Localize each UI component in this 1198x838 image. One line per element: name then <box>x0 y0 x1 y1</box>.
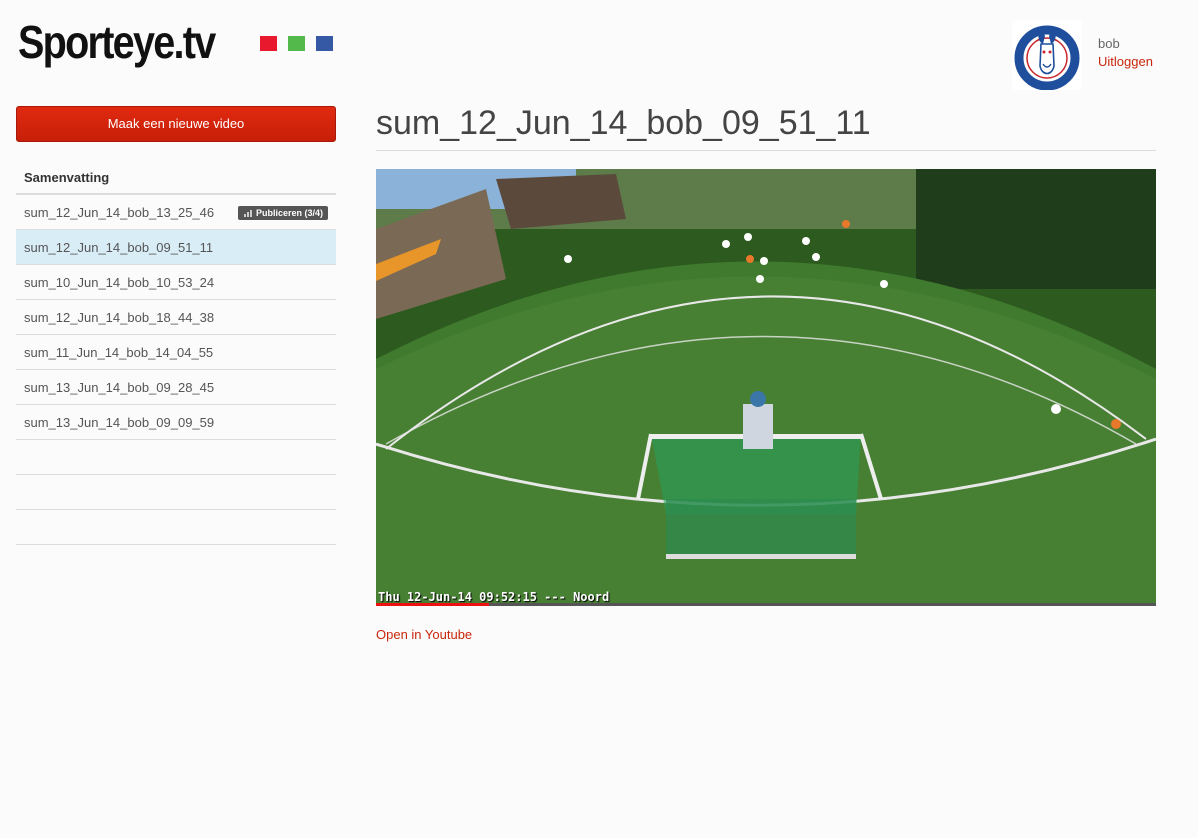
logo-square-blue <box>316 36 333 51</box>
list-item[interactable]: sum_11_Jun_14_bob_14_04_55 <box>16 335 336 370</box>
video-frame <box>376 169 1156 606</box>
list-item[interactable]: sum_13_Jun_14_bob_09_09_59 <box>16 405 336 440</box>
sporteye-logo[interactable]: Sporteye.tv <box>18 14 247 70</box>
list-item-label: sum_13_Jun_14_bob_09_09_59 <box>24 415 215 430</box>
empty-list-row <box>16 510 336 545</box>
page-title: sum_12_Jun_14_bob_09_51_11 <box>376 104 871 142</box>
video-player[interactable]: Thu 12-Jun-14 09:52:15 --- Noord <box>376 169 1156 606</box>
list-item[interactable]: sum_12_Jun_14_bob_09_51_11 <box>16 230 336 265</box>
logo-square-green <box>288 36 305 51</box>
logo-square-red <box>260 36 277 51</box>
badge-label: Publiceren (3/4) <box>255 208 323 218</box>
list-item[interactable]: sum_13_Jun_14_bob_09_28_45 <box>16 370 336 405</box>
list-item-label: sum_12_Jun_14_bob_18_44_38 <box>24 310 215 325</box>
video-timestamp-overlay: Thu 12-Jun-14 09:52:15 --- Noord <box>378 590 610 604</box>
user-name: bob <box>1098 36 1120 51</box>
video-list: Samenvatting sum_12_Jun_14_bob_13_25_46 … <box>16 160 336 545</box>
title-divider <box>376 150 1156 151</box>
list-item-label: sum_13_Jun_14_bob_09_28_45 <box>24 380 215 395</box>
club-logo <box>1012 20 1082 91</box>
list-header: Samenvatting <box>16 160 336 195</box>
logo-text: Sporteye.tv <box>18 16 216 68</box>
empty-list-row <box>16 475 336 510</box>
logout-link[interactable]: Uitloggen <box>1098 54 1153 69</box>
list-item-label: sum_12_Jun_14_bob_13_25_46 <box>24 205 215 220</box>
list-item-label: sum_11_Jun_14_bob_14_04_55 <box>24 345 214 360</box>
progress-bars-icon <box>243 209 252 217</box>
list-item[interactable]: sum_12_Jun_14_bob_18_44_38 <box>16 300 336 335</box>
open-in-youtube-link[interactable]: Open in Youtube <box>376 627 472 642</box>
empty-list-row <box>16 440 336 475</box>
club-goat-icon <box>1014 25 1080 91</box>
list-item-label: sum_12_Jun_14_bob_09_51_11 <box>24 240 214 255</box>
publish-status-badge: Publiceren (3/4) <box>237 206 328 220</box>
new-video-button[interactable]: Maak een nieuwe video <box>16 106 336 142</box>
list-item[interactable]: sum_10_Jun_14_bob_10_53_24 <box>16 265 336 300</box>
list-item[interactable]: sum_12_Jun_14_bob_13_25_46 Publiceren (3… <box>16 195 336 230</box>
list-item-label: sum_10_Jun_14_bob_10_53_24 <box>24 275 215 290</box>
